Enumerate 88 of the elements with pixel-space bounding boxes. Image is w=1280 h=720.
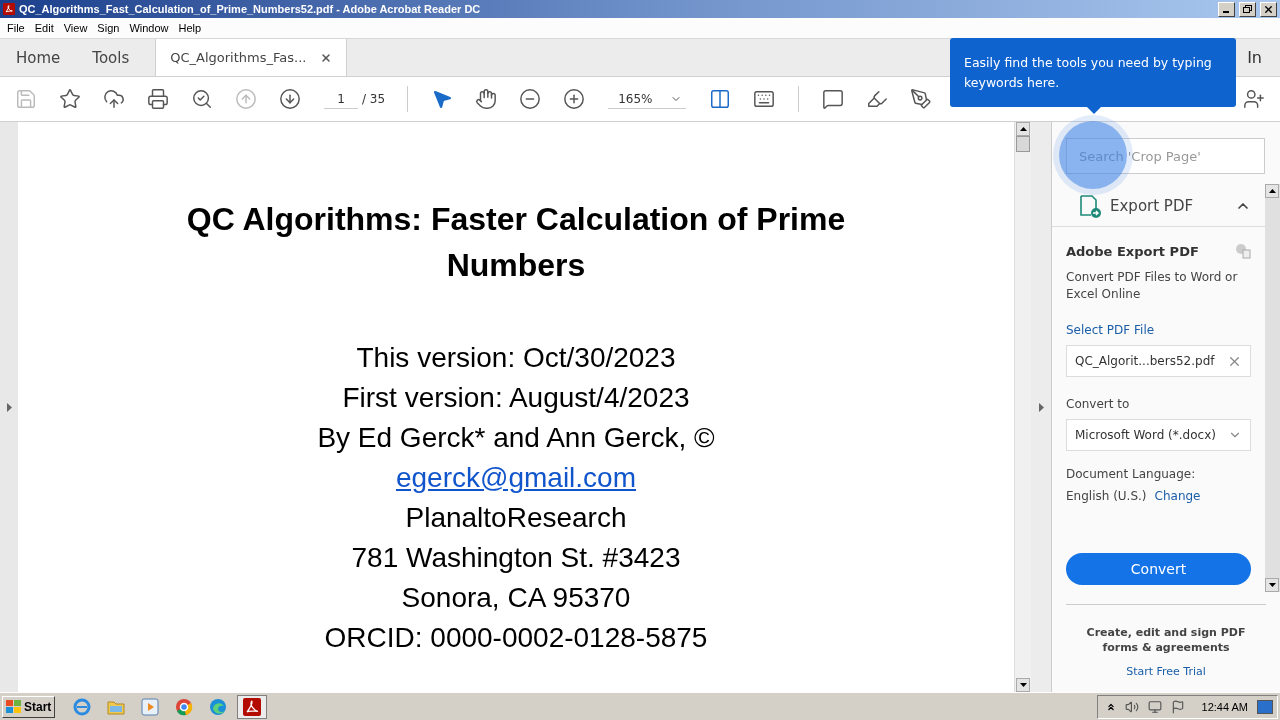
zoom-dropdown[interactable]: 165% — [608, 89, 687, 109]
document-line: PlanaltoResearch — [405, 501, 627, 535]
comment-icon[interactable] — [822, 88, 845, 110]
search-highlight — [1059, 121, 1127, 189]
flag-icon[interactable] — [1170, 699, 1185, 714]
minimize-button[interactable] — [1218, 1, 1235, 17]
browser-icon — [73, 697, 92, 716]
print-icon[interactable] — [147, 88, 169, 110]
chrome-icon — [175, 697, 194, 716]
section-heading: Adobe Export PDF — [1066, 243, 1199, 259]
document-line: ORCID: 0000-0002-0128-5875 — [324, 621, 708, 655]
edge-icon — [209, 697, 228, 716]
tab[interactable]: QC_Algorithms_Fas... — [155, 39, 348, 76]
export-pdf-icon — [1078, 194, 1102, 218]
cloud-upload-icon[interactable] — [103, 88, 125, 110]
document-line: 781 Washington St. #3423 — [351, 541, 681, 575]
restore-icon — [1243, 5, 1252, 13]
language-value: English (U.S.) — [1066, 489, 1147, 503]
taskbar-app[interactable] — [237, 694, 268, 719]
up-triangle-icon — [1268, 189, 1276, 193]
up-triangle-icon — [1019, 127, 1027, 131]
folder-icon — [107, 698, 126, 715]
cloud-files-icon — [1235, 243, 1251, 259]
select-file-link[interactable]: Select PDF File — [1066, 323, 1251, 337]
tooltip-arrow — [1086, 106, 1102, 114]
menu-item[interactable]: View — [58, 22, 93, 34]
document-line: By Ed Gerck* and Ann Gerck, © — [317, 421, 715, 455]
convert-button[interactable]: Convert — [1066, 553, 1251, 585]
scroll-down-button[interactable] — [1265, 578, 1279, 592]
field-label: Convert to — [1066, 397, 1131, 411]
network-icon[interactable] — [1147, 699, 1162, 714]
email-link[interactable]: egerck@gmail.com — [395, 458, 637, 498]
close-icon[interactable] — [320, 51, 333, 64]
tooltip: Easily find the tools you need by typing keywords here. — [950, 38, 1236, 107]
down-triangle-icon — [1268, 583, 1276, 587]
zoom-out-icon[interactable] — [519, 88, 542, 110]
change-link[interactable]: Change — [1154, 489, 1201, 503]
menu-item[interactable]: Window — [124, 22, 174, 34]
menu-item[interactable]: Edit — [29, 22, 59, 34]
menu-item[interactable]: Sign — [92, 22, 125, 34]
search-icon[interactable] — [191, 88, 213, 110]
window-title: QC_Algorithms_Fast_Calculation_of_Prime_Numbers52.pdf - Adobe Acrobat Reader DC — [19, 3, 482, 15]
down-triangle-icon — [1019, 683, 1027, 687]
description-text: Convert PDF Files to Word or Excel Online — [1066, 269, 1239, 303]
field-label: Document Language: — [1066, 467, 1197, 481]
page-total: / 35 — [362, 92, 386, 106]
tray-expand-icon[interactable] — [1105, 701, 1116, 712]
file-field[interactable]: QC_Algorit...bers52.pdf — [1066, 345, 1251, 377]
star-icon[interactable] — [59, 88, 81, 110]
start-button[interactable]: Start — [2, 695, 56, 718]
format-dropdown[interactable]: Microsoft Word (*.docx) — [1066, 419, 1251, 451]
scroll-down-button[interactable] — [1016, 678, 1030, 692]
scroll-thumb[interactable] — [1016, 136, 1030, 152]
scroll-up-button[interactable] — [1016, 122, 1030, 136]
show-desktop-icon[interactable] — [1257, 699, 1273, 714]
fit-page-icon[interactable] — [709, 88, 732, 110]
tab[interactable]: Home — [0, 39, 77, 76]
speaker-icon[interactable] — [1124, 699, 1139, 714]
menu-item[interactable]: Help — [173, 22, 207, 34]
close-icon — [1263, 3, 1274, 15]
zoom-in-icon[interactable] — [563, 88, 586, 110]
app-icon — [3, 3, 15, 15]
page-number-field[interactable]: 1 — [324, 89, 358, 109]
highlighter-icon[interactable] — [866, 88, 889, 110]
acrobat-icon — [242, 697, 263, 716]
media-player-icon — [141, 697, 160, 716]
expand-arrow-icon[interactable] — [6, 402, 12, 412]
hand-icon[interactable] — [475, 88, 498, 110]
clock: 12:44 AM — [1201, 700, 1248, 713]
scroll-up-button[interactable] — [1265, 184, 1279, 198]
document-title: QC Algorithms: Faster Calculation of Prime Numbers — [185, 200, 847, 285]
promo-text: Create, edit and sign PDF forms & agreements — [1086, 625, 1246, 655]
pen-icon[interactable] — [910, 88, 933, 110]
section-header[interactable]: Export PDF — [1052, 186, 1265, 227]
menu-item[interactable]: File — [2, 22, 30, 34]
document-line: Sonora, CA 95370 — [401, 581, 631, 615]
document-line: This version: Oct/30/2023 — [356, 341, 676, 375]
restore-button[interactable] — [1239, 1, 1256, 17]
close-button[interactable] — [1260, 1, 1277, 17]
windows-logo-icon — [6, 699, 22, 714]
document-line: First version: August/4/2023 — [342, 381, 690, 415]
free-trial-link[interactable]: Start Free Trial — [1126, 665, 1206, 678]
collapse-arrow-icon[interactable] — [1038, 402, 1044, 412]
add-user-icon[interactable] — [1243, 88, 1265, 110]
tab[interactable]: Tools — [76, 39, 146, 76]
pointer-icon[interactable] — [431, 88, 454, 110]
sign-in-link[interactable]: In — [1247, 48, 1262, 67]
scroll-mode-icon[interactable] — [753, 88, 776, 110]
